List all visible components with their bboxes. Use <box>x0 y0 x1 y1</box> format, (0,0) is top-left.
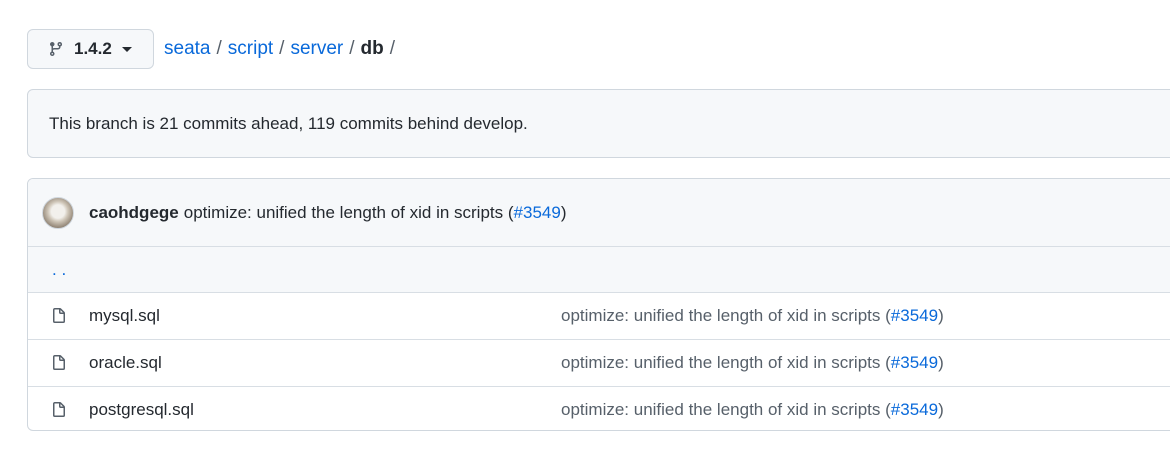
git-branch-icon <box>49 42 62 57</box>
commit-pr-link[interactable]: #3549 <box>514 203 561 222</box>
branch-status-banner: This branch is 21 commits ahead, 119 com… <box>27 89 1170 158</box>
breadcrumb-separator: / <box>389 38 396 59</box>
file-commit-pr-link[interactable]: #3549 <box>891 306 938 325</box>
file-name-link[interactable]: postgresql.sql <box>89 400 561 420</box>
commit-message-link[interactable]: optimize: unified the length of xid in s… <box>184 203 503 222</box>
file-commit-message-link[interactable]: optimize: unified the length of xid in s… <box>561 400 880 419</box>
breadcrumb-link-script[interactable]: script <box>228 38 273 60</box>
file-commit-message-link[interactable]: optimize: unified the length of xid in s… <box>561 353 880 372</box>
file-name-link[interactable]: oracle.sql <box>89 353 561 373</box>
commit-message: optimize: unified the length of xid in s… <box>183 202 567 222</box>
commit-author-link[interactable]: caohdgege <box>89 203 179 223</box>
breadcrumb-current: db <box>360 38 384 59</box>
file-commit-message-link[interactable]: optimize: unified the length of xid in s… <box>561 306 880 325</box>
file-icon <box>51 308 67 324</box>
top-navigation: 1.4.2 seata / script / server / db / <box>27 29 401 69</box>
file-commit-message: optimize: unified the length of xid in s… <box>561 353 944 372</box>
file-commit-pr-link[interactable]: #3549 <box>891 400 938 419</box>
breadcrumb-separator: / <box>216 38 222 59</box>
branch-status-text: This branch is 21 commits ahead, 119 com… <box>49 113 528 133</box>
file-commit-message: optimize: unified the length of xid in s… <box>561 400 944 419</box>
parent-directory-link[interactable]: . . <box>52 260 66 280</box>
latest-commit-bar: caohdgege optimize: unified the length o… <box>28 179 1170 247</box>
table-row[interactable]: postgresql.sql optimize: unified the len… <box>28 387 1170 430</box>
file-commit-pr-link[interactable]: #3549 <box>891 353 938 372</box>
avatar[interactable] <box>42 196 74 229</box>
breadcrumb-link-server[interactable]: server <box>290 38 343 60</box>
file-icon <box>51 355 67 371</box>
branch-selector-button[interactable]: 1.4.2 <box>27 29 154 69</box>
table-row[interactable]: mysql.sql optimize: unified the length o… <box>28 293 1170 340</box>
parent-directory-row[interactable]: . . <box>28 247 1170 293</box>
breadcrumb: seata / script / server / db / <box>164 38 401 60</box>
breadcrumb-separator: / <box>349 38 355 59</box>
branch-name: 1.4.2 <box>74 39 112 58</box>
table-row[interactable]: oracle.sql optimize: unified the length … <box>28 340 1170 387</box>
caret-down-icon <box>121 46 132 52</box>
file-name-link[interactable]: mysql.sql <box>89 306 561 326</box>
breadcrumb-separator: / <box>279 38 285 59</box>
breadcrumb-link-seata[interactable]: seata <box>164 38 210 60</box>
file-icon <box>51 402 67 418</box>
file-list: caohdgege optimize: unified the length o… <box>27 178 1170 431</box>
file-commit-message: optimize: unified the length of xid in s… <box>561 306 944 325</box>
